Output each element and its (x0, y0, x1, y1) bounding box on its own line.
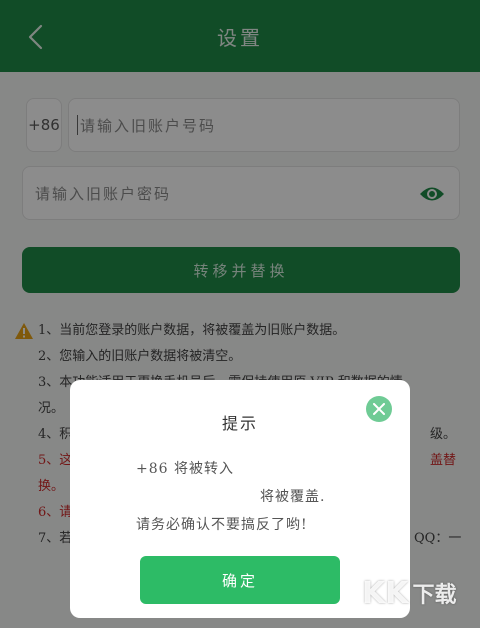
confirm-dialog: 提示 +86 将被转入 将被覆盖. 请务必确认不要搞反了哟! 确定 (70, 380, 410, 618)
watermark-logo: KK 下载 (362, 568, 478, 618)
dialog-message-line3: 请务必确认不要搞反了哟! (136, 517, 308, 533)
dialog-message-line1: +86 将被转入 (136, 461, 234, 477)
dialog-title: 提示 (221, 414, 258, 433)
confirm-button[interactable]: 确定 (140, 556, 340, 604)
close-icon[interactable] (366, 396, 392, 422)
close-x-glyph (373, 403, 385, 415)
watermark-main: KK (362, 575, 409, 611)
watermark-sub: 下载 (412, 583, 457, 608)
dialog-message-line2: 将被覆盖. (260, 489, 326, 505)
